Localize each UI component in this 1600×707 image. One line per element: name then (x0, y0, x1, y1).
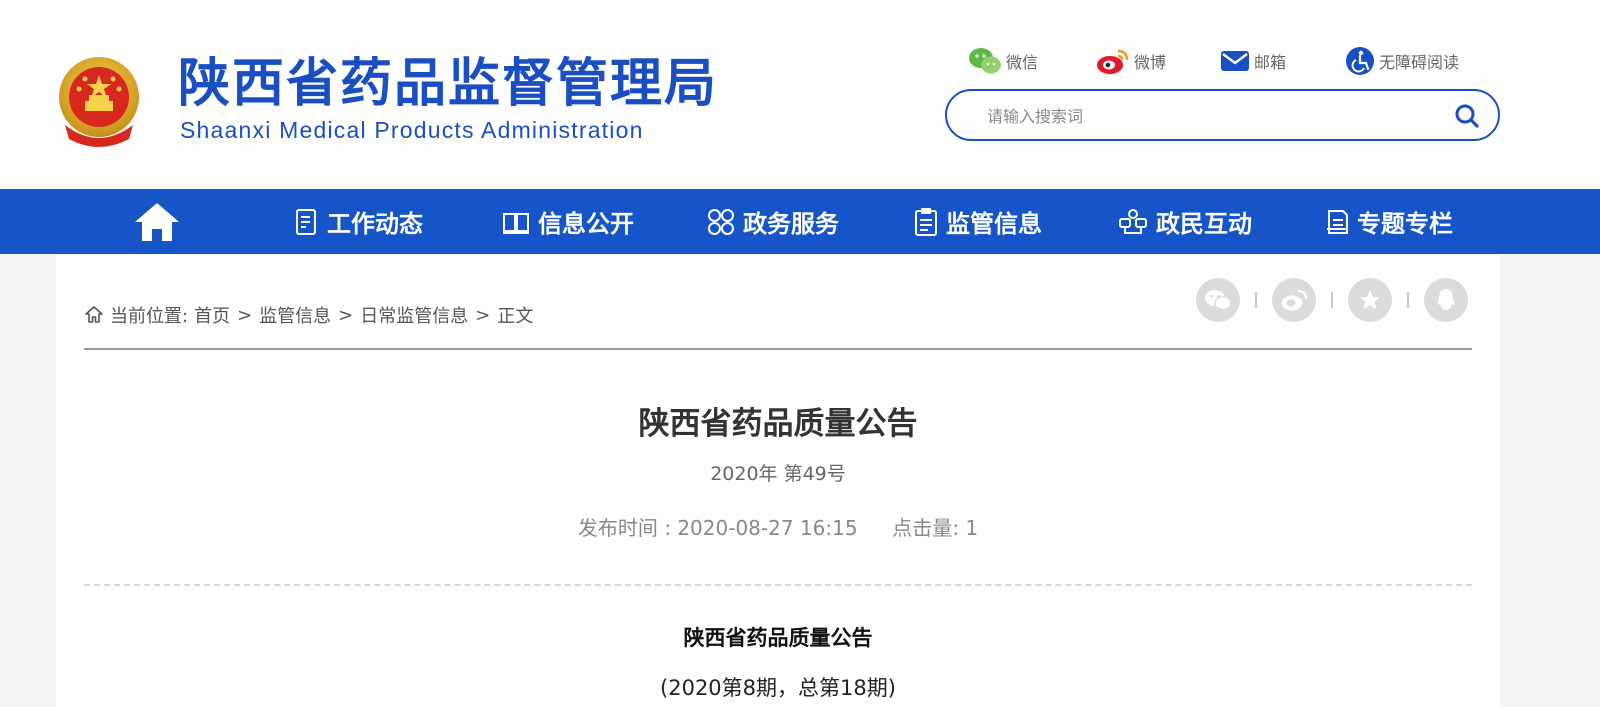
breadcrumb-item-current: 正文 (497, 306, 534, 327)
nav-item-supervision-info[interactable]: 监管信息 (914, 189, 1042, 254)
wechat-share-icon (1205, 290, 1232, 311)
home-icon[interactable] (134, 201, 180, 243)
nav-item-label: 政民互动 (1156, 210, 1252, 238)
article-issue: 2020年 第49号 (710, 463, 846, 485)
top-link-weibo[interactable]: 微博 (1096, 45, 1166, 77)
article-panel: 当前位置: 首页 > 监管信息 > 日常监管信息 > 正文 陕西省药品质量公告 … (56, 254, 1500, 707)
share-divider (1255, 292, 1257, 308)
weibo-share-icon (1281, 289, 1308, 311)
breadcrumb-separator: > (475, 304, 491, 326)
breadcrumb-item-home[interactable]: 首页 (194, 302, 230, 328)
breadcrumb-separator: > (338, 304, 354, 326)
notepad-icon (1327, 209, 1348, 234)
article-body-subtitle: (2020第8期，总第18期) (660, 676, 896, 700)
breadcrumb-label: 当前位置: (110, 306, 189, 327)
breadcrumb-separator: > (237, 304, 253, 326)
search-input[interactable] (987, 103, 1427, 129)
search-box (945, 89, 1500, 141)
article-title: 陕西省药品质量公告 (638, 406, 918, 442)
open-book-icon (503, 212, 529, 234)
breadcrumb: 当前位置: 首页 > 监管信息 > 日常监管信息 > 正文 (84, 302, 533, 328)
favorite-star-icon (1360, 290, 1380, 309)
document-list-icon (296, 208, 316, 235)
share-weibo-button[interactable] (1272, 278, 1316, 322)
meta-divider (84, 584, 1472, 586)
nav-item-special-topics[interactable]: 专题专栏 (1325, 189, 1453, 254)
nav-item-label: 监管信息 (946, 210, 1042, 238)
nav-item-work-news[interactable]: 工作动态 (295, 189, 423, 254)
nav-item-gov-services[interactable]: 政务服务 (707, 189, 839, 254)
nav-item-label: 政务服务 (743, 210, 839, 238)
top-link-label: 微信 (1006, 53, 1039, 72)
nav-item-label: 工作动态 (327, 210, 423, 238)
site-header: 陕西省药品监督管理局 Shaanxi Medical Products Admi… (0, 0, 1600, 189)
interaction-icon (1119, 208, 1147, 234)
nav-item-info-disclosure[interactable]: 信息公开 (502, 189, 634, 254)
qq-share-icon (1437, 289, 1455, 310)
top-link-label: 微博 (1134, 53, 1167, 72)
top-link-mail[interactable]: 邮箱 (1220, 45, 1286, 77)
search-icon[interactable] (1454, 103, 1480, 129)
clipboard-icon (915, 207, 937, 236)
breadcrumb-item-supervision[interactable]: 监管信息 (259, 302, 331, 328)
nav-item-label: 信息公开 (538, 210, 634, 238)
site-title-en: Shaanxi Medical Products Administration (180, 117, 644, 143)
national-emblem-icon (59, 57, 139, 147)
breadcrumb-item-daily-supervision[interactable]: 日常监管信息 (360, 302, 468, 328)
share-divider (1407, 292, 1409, 308)
click-count: 1 (965, 516, 979, 540)
main-nav: 工作动态 信息公开 政务服务 监管信息 政民互动 专题专栏 (0, 189, 1600, 254)
grid-icon (708, 208, 734, 235)
top-link-wechat[interactable]: 微信 (968, 45, 1038, 77)
top-link-label: 无障碍阅读 (1379, 53, 1460, 72)
wechat-icon (969, 48, 1001, 74)
mail-icon (1221, 51, 1249, 71)
weibo-icon (1097, 49, 1129, 74)
publish-time-label: 发布时间 : (577, 516, 671, 540)
accessibility-icon (1346, 47, 1374, 75)
click-count-label: 点击量: (892, 516, 960, 540)
site-title-cn: 陕西省药品监督管理局 (178, 54, 719, 114)
share-qq-button[interactable] (1424, 278, 1468, 322)
article-meta: 发布时间 : 2020-08-27 16:15 点击量: 1 (56, 512, 1500, 541)
top-link-accessibility[interactable]: 无障碍阅读 (1345, 45, 1459, 77)
breadcrumb-divider (84, 348, 1472, 350)
favorite-button[interactable] (1348, 278, 1392, 322)
article-body-title: 陕西省药品质量公告 (683, 626, 873, 650)
nav-item-public-interaction[interactable]: 政民互动 (1118, 189, 1252, 254)
home-outline-icon (85, 306, 103, 323)
top-link-label: 邮箱 (1254, 53, 1287, 72)
publish-time: 2020-08-27 16:15 (677, 516, 858, 540)
nav-item-label: 专题专栏 (1357, 210, 1453, 238)
share-wechat-button[interactable] (1196, 278, 1240, 322)
share-divider (1331, 292, 1333, 308)
